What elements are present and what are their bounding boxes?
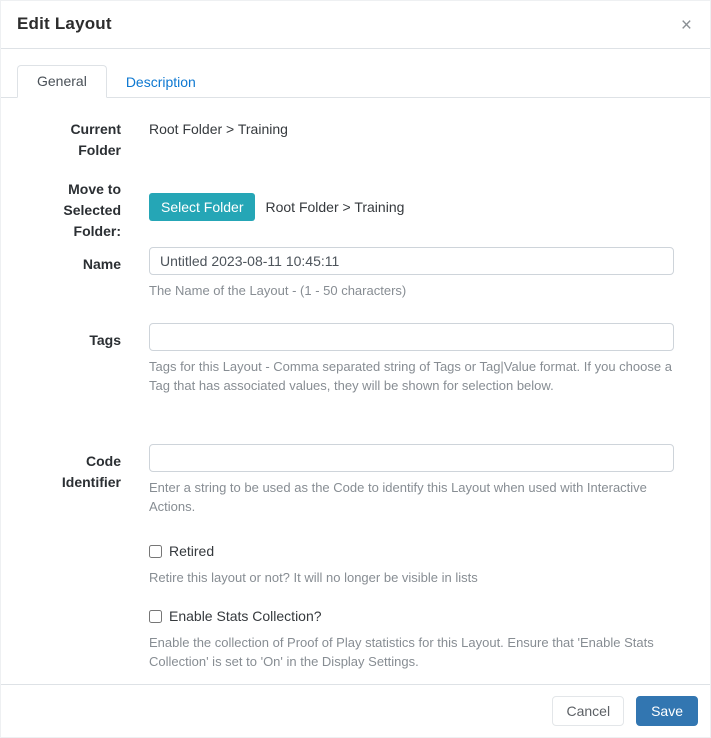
retired-row: Retired Retire this layout or not? It wi…: [49, 542, 674, 587]
retired-help-text: Retire this layout or not? It will no lo…: [149, 568, 674, 587]
cancel-button[interactable]: Cancel: [552, 696, 624, 726]
retired-checkbox[interactable]: [149, 545, 162, 558]
current-folder-value: Root Folder > Training: [149, 119, 674, 161]
name-help-text: The Name of the Layout - (1 - 50 charact…: [149, 281, 674, 300]
save-button[interactable]: Save: [636, 696, 698, 726]
stats-collection-label: Enable Stats Collection?: [169, 607, 322, 625]
name-row: Name The Name of the Layout - (1 - 50 ch…: [49, 247, 674, 300]
stats-collection-checkbox[interactable]: [149, 610, 162, 623]
modal-footer: Cancel Save: [1, 684, 710, 737]
modal-header: Edit Layout ×: [1, 1, 710, 49]
retired-label: Retired: [169, 542, 214, 560]
stats-checkbox-wrap: Enable Stats Collection?: [149, 607, 674, 625]
tags-input[interactable]: [149, 323, 674, 351]
tab-bar: General Description: [1, 49, 710, 98]
tags-row: Tags Tags for this Layout - Comma separa…: [49, 323, 674, 395]
move-folder-row: Move to Selected Folder: Select Folder R…: [49, 172, 674, 242]
stats-collection-row: Enable Stats Collection? Enable the coll…: [49, 607, 674, 671]
code-identifier-row: Code Identifier Enter a string to be use…: [49, 444, 674, 516]
stats-collection-help-text: Enable the collection of Proof of Play s…: [149, 633, 674, 671]
tags-help-text: Tags for this Layout - Comma separated s…: [149, 357, 674, 395]
selected-folder-path: Root Folder > Training: [265, 197, 404, 218]
edit-layout-modal: Edit Layout × General Description Curren…: [0, 0, 711, 738]
current-folder-row: Current Folder Root Folder > Training: [49, 119, 674, 161]
tab-general[interactable]: General: [17, 65, 107, 98]
code-identifier-input[interactable]: [149, 444, 674, 472]
code-identifier-help-text: Enter a string to be used as the Code to…: [149, 478, 674, 516]
retired-checkbox-wrap: Retired: [149, 542, 674, 560]
edit-layout-form: Current Folder Root Folder > Training Mo…: [1, 98, 710, 671]
modal-title: Edit Layout: [17, 14, 112, 34]
select-folder-button[interactable]: Select Folder: [149, 193, 255, 221]
tags-label: Tags: [49, 323, 121, 395]
name-input[interactable]: [149, 247, 674, 275]
close-icon[interactable]: ×: [677, 14, 696, 37]
name-label: Name: [49, 247, 121, 300]
code-identifier-label: Code Identifier: [49, 444, 121, 516]
current-folder-label: Current Folder: [49, 119, 121, 161]
move-folder-label: Move to Selected Folder:: [49, 172, 121, 242]
tab-description[interactable]: Description: [107, 67, 215, 98]
